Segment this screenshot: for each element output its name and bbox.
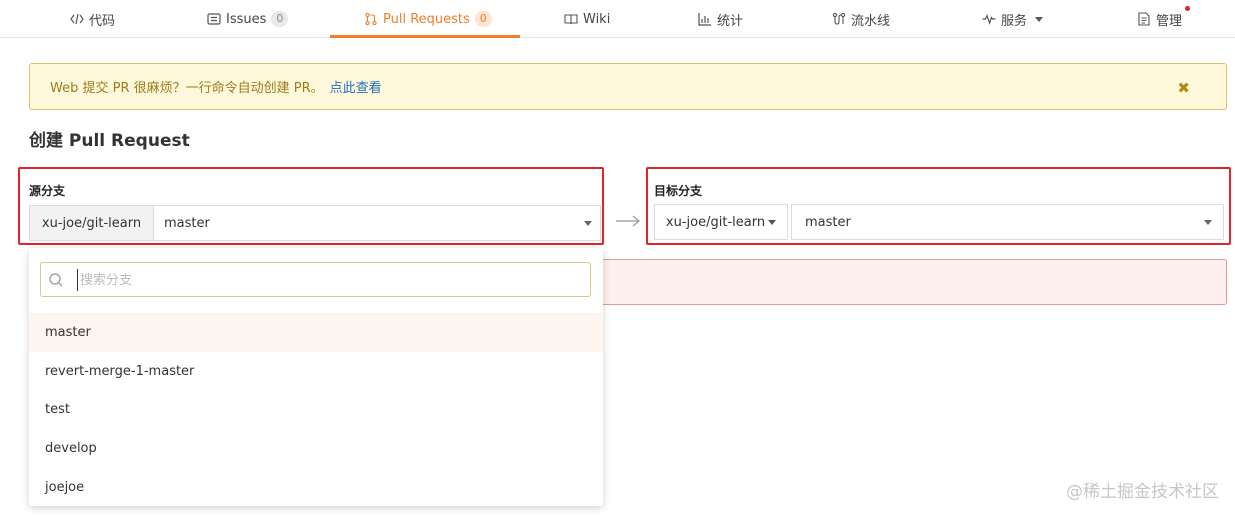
target-repo-value: xu-joe/git-learn <box>665 214 766 230</box>
tab-label: Issues <box>226 11 267 27</box>
target-branch-select[interactable]: master <box>791 204 1224 240</box>
error-message <box>602 259 1227 305</box>
source-branch-label: 源分支 <box>29 184 66 198</box>
tip-banner: Web 提交 PR 很麻烦？一行命令自动创建 PR。 点此查看 ✖ <box>29 63 1227 110</box>
target-branch-label: 目标分支 <box>654 184 703 198</box>
target-repo-select[interactable]: xu-joe/git-learn <box>654 204 788 240</box>
tab-label: Wiki <box>583 11 611 27</box>
pull-requests-count-badge: 0 <box>474 11 492 27</box>
tab-code[interactable]: 代码 <box>70 0 115 38</box>
tab-issues[interactable]: Issues 0 <box>207 0 289 38</box>
arrow-right-icon <box>616 215 640 227</box>
chevron-down-icon <box>1204 220 1212 225</box>
tab-label: 流水线 <box>851 13 891 29</box>
tab-service[interactable]: 服务 <box>982 0 1044 38</box>
page-title: 创建 Pull Request <box>29 131 190 151</box>
tab-label: Pull Requests <box>383 11 470 27</box>
tab-label: 管理 <box>1156 13 1183 29</box>
issues-count-badge: 0 <box>271 11 289 27</box>
chevron-down-icon <box>768 219 777 225</box>
tab-manage[interactable]: 管理 <box>1137 0 1182 38</box>
branch-option[interactable]: revert-merge-1-master <box>29 352 603 391</box>
chevron-down-icon <box>1035 16 1044 22</box>
source-repo-select[interactable]: xu-joe/git-learn <box>29 205 153 241</box>
branch-option[interactable]: joejoe <box>29 468 603 507</box>
chevron-down-icon <box>584 221 592 226</box>
pull-request-icon <box>364 12 378 26</box>
tip-text: Web 提交 PR 很麻烦？一行命令自动创建 PR。 <box>50 81 324 96</box>
source-branch-value: master <box>164 215 210 231</box>
branch-search-input[interactable] <box>77 269 577 291</box>
tab-wiki[interactable]: Wiki <box>564 0 610 38</box>
stats-icon <box>698 12 712 26</box>
branch-dropdown: master revert-merge-1-master test develo… <box>29 248 603 506</box>
tab-pull-requests[interactable]: Pull Requests 0 <box>364 0 492 38</box>
repo-tabs: 代码 Issues 0 Pull Requests 0 Wiki 统计 流水线 … <box>0 0 1235 38</box>
tab-stats[interactable]: 统计 <box>698 0 743 38</box>
branch-option[interactable]: test <box>29 390 603 429</box>
issues-icon <box>207 12 221 26</box>
pipeline-icon <box>832 12 846 26</box>
branch-option[interactable]: develop <box>29 429 603 468</box>
watermark: @稀土掘金技术社区 <box>1066 482 1219 502</box>
tab-label: 服务 <box>1001 13 1028 29</box>
tip-link[interactable]: 点此查看 <box>330 77 382 96</box>
notification-dot <box>1185 6 1190 11</box>
branch-option[interactable]: master <box>29 313 603 352</box>
wiki-icon <box>564 12 578 26</box>
tab-label: 统计 <box>717 13 744 29</box>
branch-search <box>40 262 591 297</box>
active-tab-indicator <box>330 35 520 38</box>
code-icon <box>70 12 84 26</box>
manage-icon <box>1137 12 1151 26</box>
tab-label: 代码 <box>89 13 116 29</box>
close-icon[interactable]: ✖ <box>1177 79 1190 97</box>
tab-pipeline[interactable]: 流水线 <box>832 0 890 38</box>
source-branch-select[interactable]: master <box>153 205 601 241</box>
service-icon <box>982 12 996 26</box>
target-branch-value: master <box>805 214 851 230</box>
search-icon <box>49 273 63 287</box>
